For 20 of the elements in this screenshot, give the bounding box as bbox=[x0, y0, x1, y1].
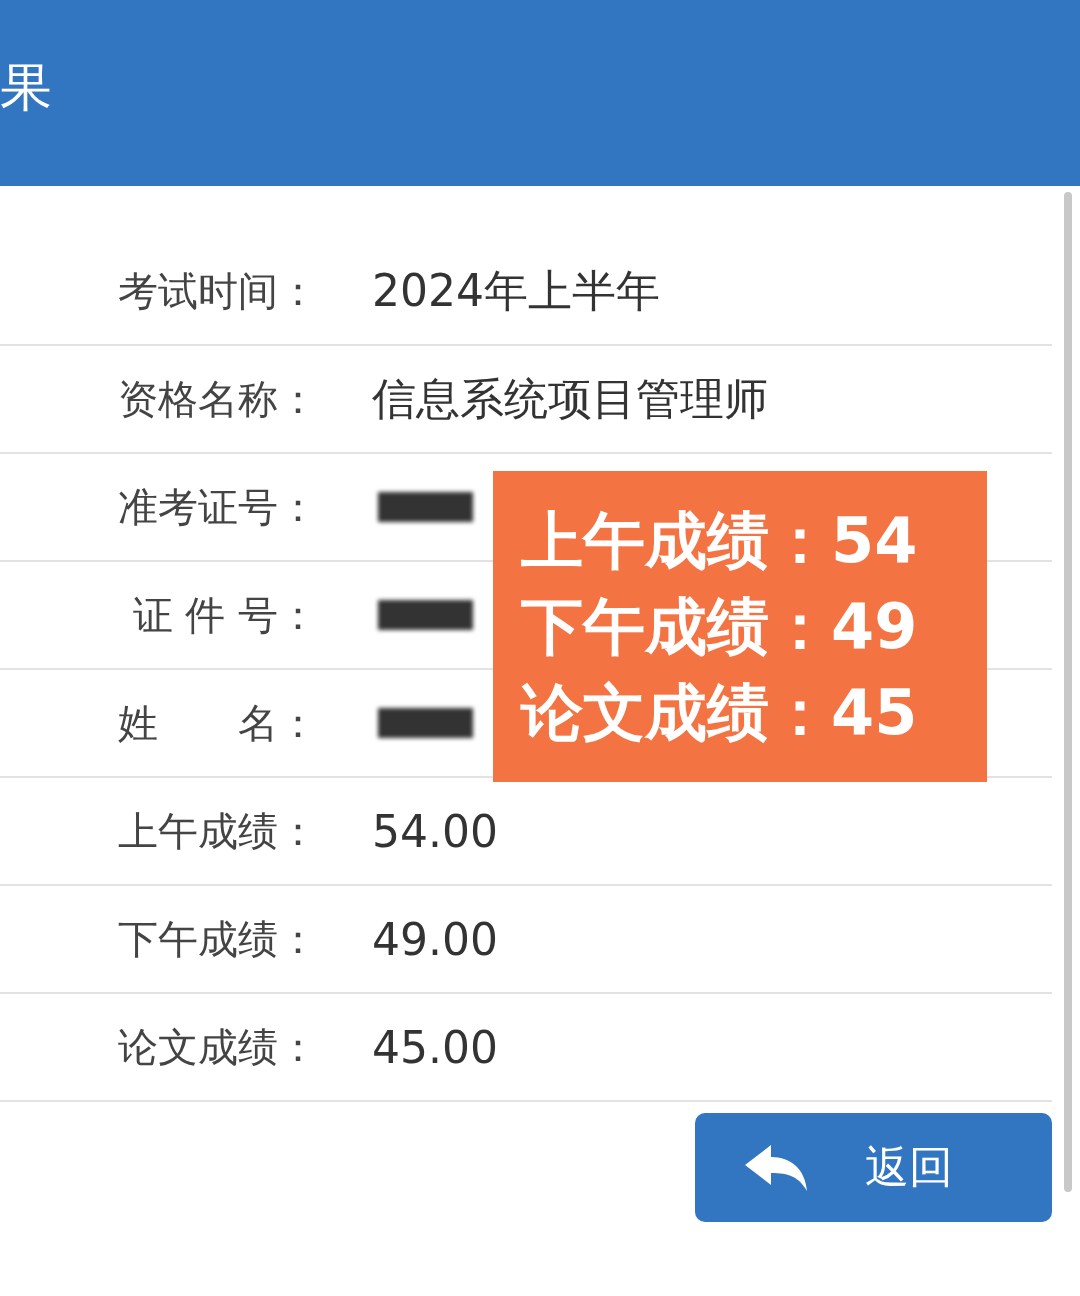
field-label: 下午成绩： bbox=[117, 914, 318, 964]
field-value: 2024年上半年 bbox=[372, 263, 660, 318]
field-value: 信息系统项目管理师 bbox=[372, 371, 768, 426]
back-arrow-icon bbox=[743, 1142, 809, 1193]
field-label: 资格名称： bbox=[117, 374, 318, 424]
score-summary: 下午成绩：49 bbox=[521, 588, 919, 665]
field-label: 论文成绩： bbox=[117, 1022, 318, 1072]
field-value: 45.00 bbox=[372, 1021, 498, 1073]
field-label: 考试时间： bbox=[117, 266, 318, 316]
field-label: 上午成绩： bbox=[117, 806, 318, 856]
field-label: 姓 名： bbox=[117, 698, 318, 748]
field-label: 证 件 号： bbox=[131, 590, 318, 640]
field-label: 准考证号： bbox=[117, 482, 318, 532]
score-summary: 论文成绩：45 bbox=[521, 674, 919, 751]
page-title: 果 bbox=[0, 56, 52, 119]
field-value: 49.00 bbox=[372, 913, 498, 965]
field-value: 54.00 bbox=[372, 805, 498, 857]
scrollbar[interactable] bbox=[1064, 192, 1072, 1192]
score-summary: 上午成绩：54 bbox=[521, 502, 919, 579]
back-button[interactable]: 返回 bbox=[695, 1113, 1052, 1222]
